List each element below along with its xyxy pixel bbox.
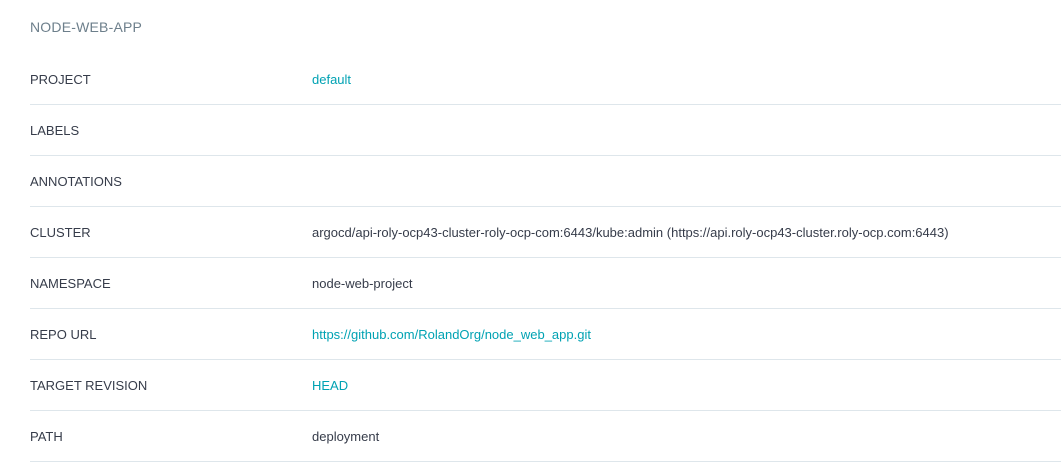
cluster-value: argocd/api-roly-ocp43-cluster-roly-ocp-c… xyxy=(312,225,949,240)
row-cluster: CLUSTER argocd/api-roly-ocp43-cluster-ro… xyxy=(30,207,1061,258)
repo-url-link[interactable]: https://github.com/RolandOrg/node_web_ap… xyxy=(312,327,591,342)
app-title: NODE-WEB-APP xyxy=(30,19,143,35)
row-path: PATH deployment xyxy=(30,411,1061,462)
row-key-annotations: ANNOTATIONS xyxy=(30,174,122,189)
row-key-path: PATH xyxy=(30,429,63,444)
row-key-target-revision: TARGET REVISION xyxy=(30,378,148,393)
row-namespace: NAMESPACE node-web-project xyxy=(30,258,1061,309)
path-value: deployment xyxy=(312,429,380,444)
row-key-project: PROJECT xyxy=(30,72,91,87)
row-annotations: ANNOTATIONS xyxy=(30,156,1061,207)
project-link[interactable]: default xyxy=(312,72,351,87)
target-revision-link[interactable]: HEAD xyxy=(312,378,348,393)
row-labels: LABELS xyxy=(30,105,1061,156)
row-repo-url: REPO URL https://github.com/RolandOrg/no… xyxy=(30,309,1061,360)
row-key-labels: LABELS xyxy=(30,123,80,138)
app-summary-panel: NODE-WEB-APP PROJECT default LABELS ANNO… xyxy=(0,0,1061,469)
app-attributes-list: PROJECT default LABELS ANNOTATIONS CLUST… xyxy=(30,54,1061,462)
row-key-cluster: CLUSTER xyxy=(30,225,91,240)
row-key-namespace: NAMESPACE xyxy=(30,276,111,291)
namespace-value: node-web-project xyxy=(312,276,413,291)
row-key-repo-url: REPO URL xyxy=(30,327,97,342)
row-target-revision: TARGET REVISION HEAD xyxy=(30,360,1061,411)
row-project: PROJECT default xyxy=(30,54,1061,105)
